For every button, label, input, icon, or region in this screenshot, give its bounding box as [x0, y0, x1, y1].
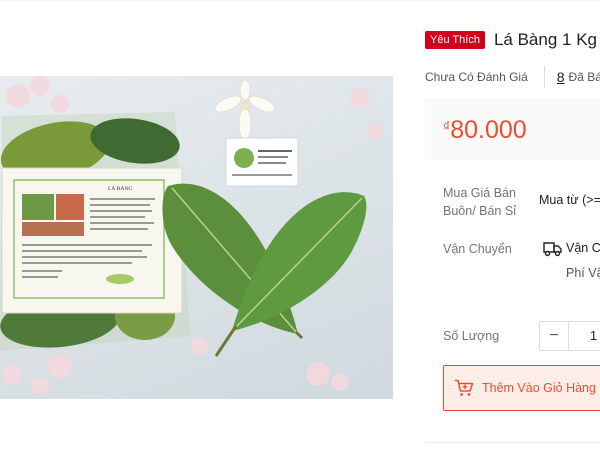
- add-to-cart-label: Thêm Vào Giỏ Hàng: [482, 381, 596, 395]
- top-divider: [0, 0, 600, 1]
- shipping-fee: Phí Vậ: [566, 266, 600, 280]
- package-heading: LÁ BÀNG: [108, 184, 132, 192]
- meta-divider: [543, 66, 545, 88]
- wholesale-label-line-1: Mua Giá Bán: [443, 186, 516, 200]
- product-photo-illustration: LÁ BÀNG: [0, 76, 383, 395]
- quantity-input[interactable]: 1: [569, 321, 600, 351]
- product-meta: Chưa Có Đánh Giá 8 Đã Bá: [425, 66, 600, 88]
- quantity-label: Số Lượng: [443, 329, 500, 343]
- product-image[interactable]: LÁ BÀNG: [0, 76, 393, 399]
- fresh-leaves: [162, 183, 367, 357]
- bottom-divider: [425, 442, 600, 443]
- product-title: Lá Bàng 1 Kg: [493, 30, 597, 49]
- wholesale-label: Mua Giá Bán Buôn/ Bán Sỉ: [443, 184, 516, 220]
- shipping-value: Vận C: [566, 241, 600, 255]
- price-box: ₫80.000: [425, 98, 600, 160]
- brand-card: [225, 137, 299, 187]
- truck-icon: [543, 242, 562, 257]
- add-to-cart-button[interactable]: Thêm Vào Giỏ Hàng: [443, 365, 600, 411]
- favorite-badge: Yêu Thích: [425, 31, 485, 49]
- sold-label: Đã Bá: [568, 70, 600, 84]
- white-flower: [214, 79, 276, 141]
- quantity-decrease-button[interactable]: −: [539, 321, 569, 351]
- rating-text[interactable]: Chưa Có Đánh Giá: [425, 70, 528, 84]
- wholesale-label-line-2: Buôn/ Bán Sỉ: [443, 204, 516, 218]
- price: ₫80.000: [443, 116, 527, 145]
- package-label: LÁ BÀNG: [1, 167, 183, 314]
- wholesale-value[interactable]: Mua từ (>=: [539, 193, 600, 207]
- cart-icon: [455, 379, 474, 396]
- product-title-row: Yêu Thích Lá Bàng 1 Kg: [425, 30, 597, 50]
- sold-count: 8: [556, 69, 565, 85]
- quantity-stepper: − 1: [539, 321, 600, 351]
- shipping-label: Vận Chuyển: [443, 242, 512, 256]
- currency-symbol: ₫: [443, 118, 451, 134]
- price-value: 80.000: [450, 116, 527, 144]
